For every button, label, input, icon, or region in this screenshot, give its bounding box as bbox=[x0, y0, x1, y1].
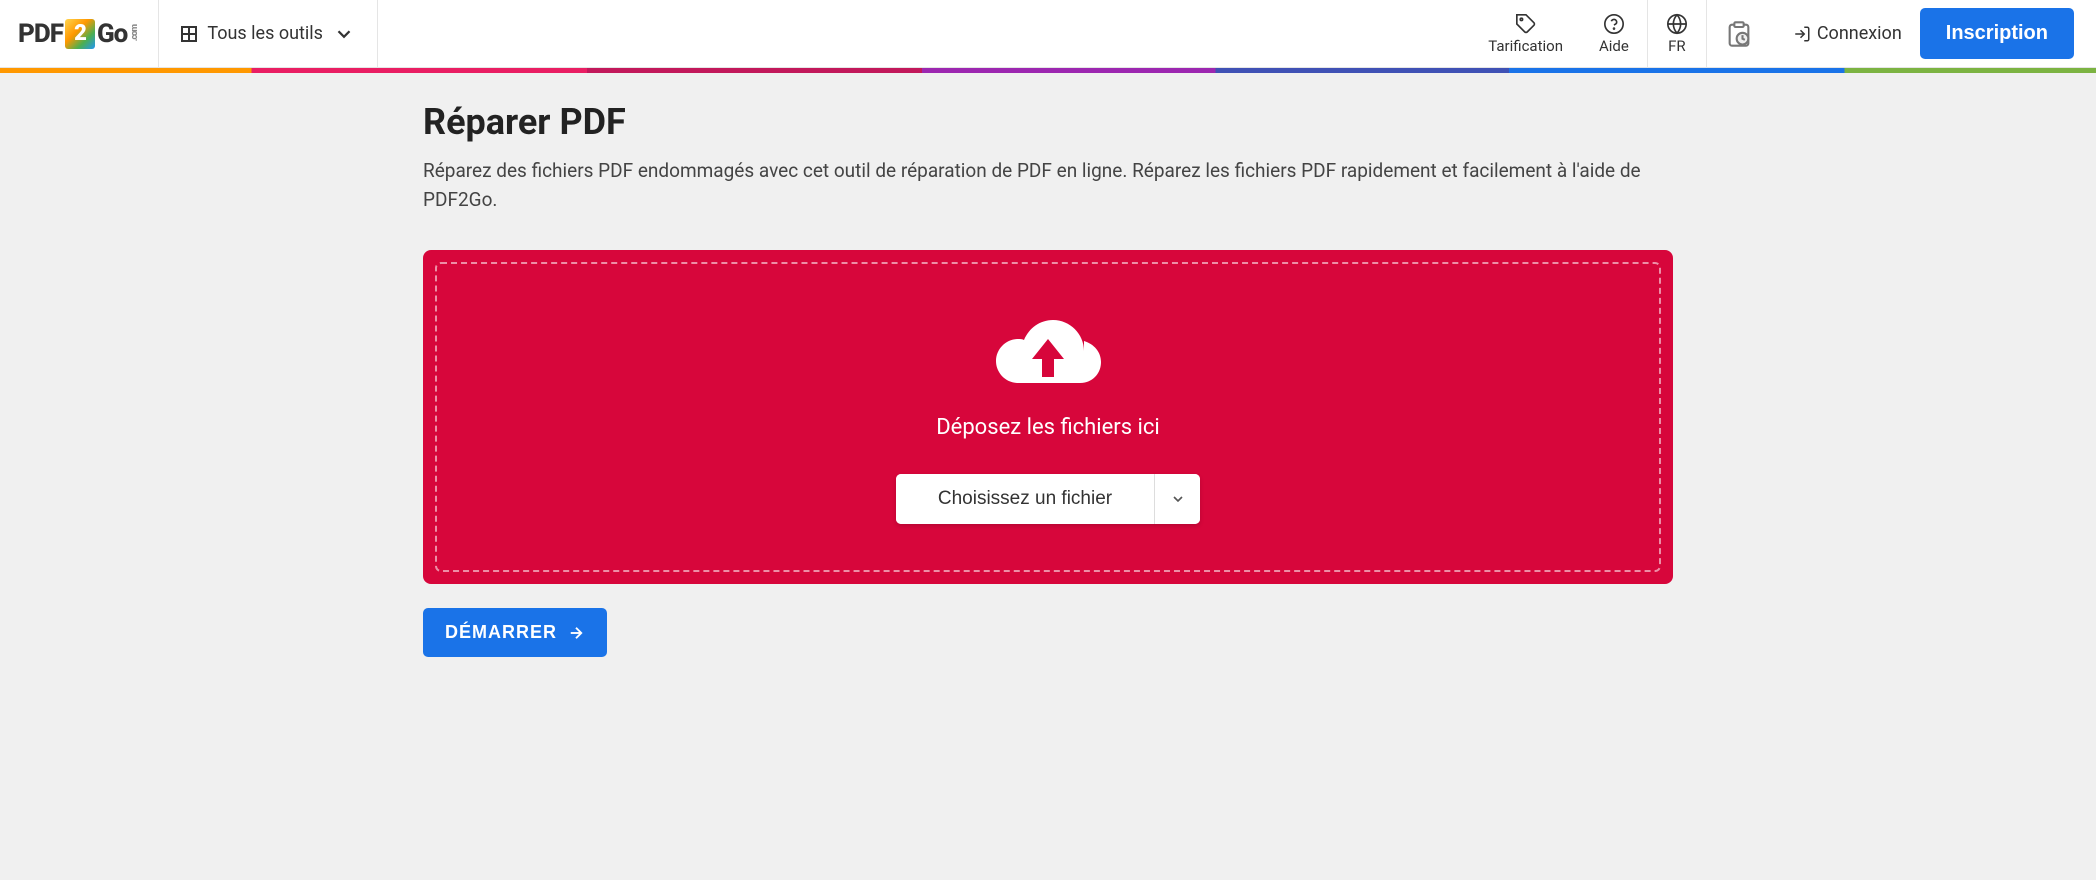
page-subtitle: Réparez des fichiers PDF endommagés avec… bbox=[423, 157, 1673, 214]
choose-file-button[interactable]: Choisissez un fichier bbox=[896, 474, 1154, 524]
login-icon bbox=[1793, 25, 1811, 43]
chevron-down-icon bbox=[1170, 491, 1186, 507]
globe-icon bbox=[1666, 13, 1688, 35]
logo-badge-icon: 2 bbox=[65, 19, 95, 49]
help-icon bbox=[1603, 13, 1625, 35]
signup-button[interactable]: Inscription bbox=[1920, 8, 2074, 59]
logo[interactable]: PDF 2 Go .com bbox=[0, 0, 159, 67]
choose-file-dropdown[interactable] bbox=[1154, 474, 1200, 524]
grid-icon bbox=[181, 26, 197, 42]
all-tools-label: Tous les outils bbox=[207, 23, 323, 44]
start-label: DÉMARRER bbox=[445, 622, 557, 643]
history-link[interactable] bbox=[1706, 0, 1771, 67]
dropzone-inner: Déposez les fichiers ici Choisissez un f… bbox=[435, 262, 1661, 572]
login-label: Connexion bbox=[1817, 23, 1902, 44]
language-label: FR bbox=[1668, 37, 1686, 55]
arrow-right-icon bbox=[567, 624, 585, 642]
header: PDF 2 Go .com Tous les outils Tarificati… bbox=[0, 0, 2096, 68]
auth-section: Connexion Inscription bbox=[1771, 0, 2096, 67]
start-button[interactable]: DÉMARRER bbox=[423, 608, 607, 657]
cloud-upload-icon bbox=[988, 311, 1108, 401]
logo-suffix: .com bbox=[130, 25, 140, 41]
chevron-down-icon bbox=[333, 23, 355, 45]
main-content: Réparer PDF Réparez des fichiers PDF end… bbox=[423, 73, 1673, 697]
language-selector[interactable]: FR bbox=[1647, 0, 1706, 67]
tag-icon bbox=[1515, 13, 1537, 35]
pricing-label: Tarification bbox=[1488, 37, 1563, 55]
logo-text-pre: PDF bbox=[18, 19, 63, 49]
pricing-link[interactable]: Tarification bbox=[1470, 0, 1581, 67]
help-link[interactable]: Aide bbox=[1581, 0, 1647, 67]
page-title: Réparer PDF bbox=[423, 101, 1673, 143]
choose-file-group: Choisissez un fichier bbox=[896, 474, 1200, 524]
clipboard-history-icon bbox=[1725, 20, 1753, 48]
all-tools-dropdown[interactable]: Tous les outils bbox=[159, 0, 378, 67]
help-label: Aide bbox=[1599, 37, 1629, 55]
file-dropzone[interactable]: Déposez les fichiers ici Choisissez un f… bbox=[423, 250, 1673, 584]
logo-text-post: Go bbox=[97, 19, 127, 49]
drop-text: Déposez les fichiers ici bbox=[936, 415, 1160, 440]
login-link[interactable]: Connexion bbox=[1793, 23, 1902, 44]
